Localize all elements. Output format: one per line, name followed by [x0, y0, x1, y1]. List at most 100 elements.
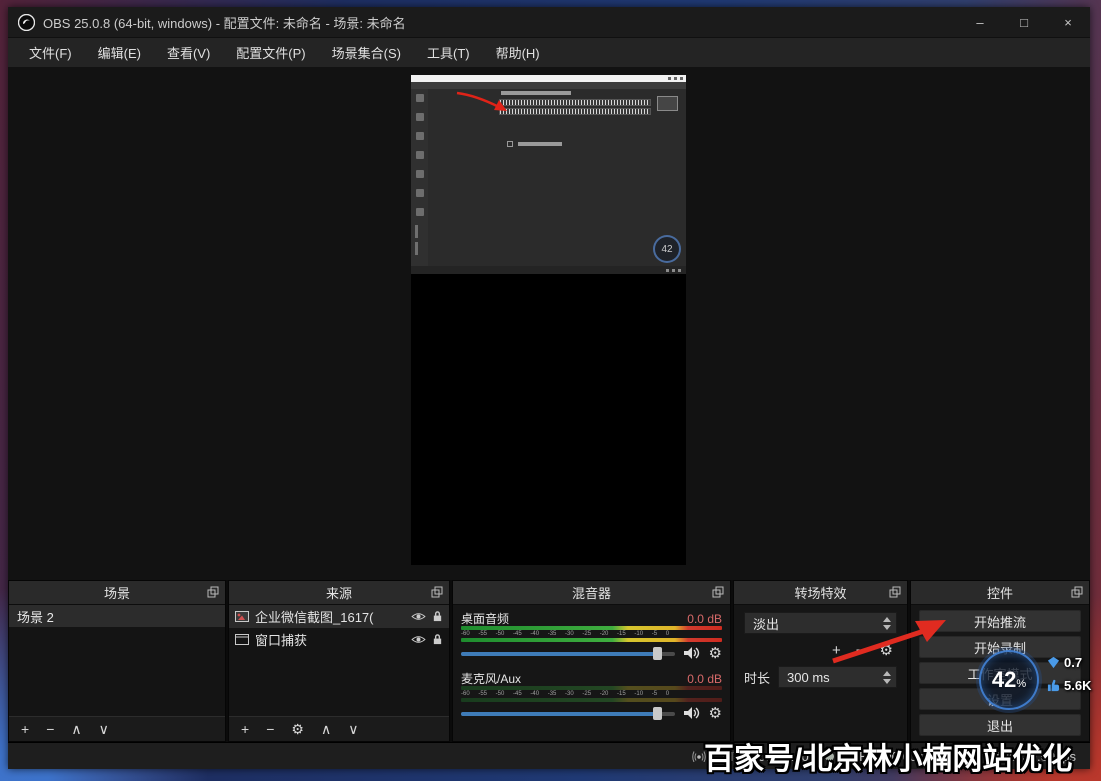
scene-up-button[interactable]: ∧	[71, 722, 81, 736]
scene-item[interactable]: 场景 2	[9, 605, 225, 627]
menu-file[interactable]: 文件(F)	[16, 38, 85, 67]
mixer-channel-mic-aux: 麦克风/Aux 0.0 dB -60 -55 -50 -45 -40 -35 -…	[461, 671, 722, 724]
captured-screenshot-source: 42	[411, 75, 686, 274]
volume-slider[interactable]	[461, 706, 675, 721]
image-source-icon	[235, 611, 249, 622]
mini-capture-titlebar	[411, 75, 686, 82]
duration-value: 300 ms	[787, 670, 830, 685]
popout-icon[interactable]	[1071, 586, 1083, 598]
source-label: 窗口捕获	[255, 630, 405, 649]
start-streaming-button[interactable]: 开始推流	[919, 610, 1081, 632]
transitions-header: 转场特效	[734, 581, 907, 605]
scene-preview[interactable]: 42	[411, 75, 686, 565]
mini-apply-button	[657, 96, 678, 111]
transition-selected-value: 淡出	[753, 614, 779, 633]
transition-properties-button[interactable]: ⚙	[880, 643, 893, 658]
scenes-toolbar: + − ∧ ∨	[9, 716, 225, 741]
add-scene-button[interactable]: +	[21, 722, 29, 736]
gem-icon	[1047, 656, 1060, 669]
panel-transitions: 转场特效 淡出 + − ⚙ 时长 300 ms	[733, 580, 908, 742]
popout-icon[interactable]	[431, 586, 443, 598]
duration-label: 时长	[744, 668, 770, 687]
channel-name: 麦克风/Aux	[461, 670, 521, 687]
duration-spinbox[interactable]: 300 ms	[778, 666, 897, 688]
mini-capture-toolbar	[411, 89, 428, 266]
source-row-window-capture[interactable]: 窗口捕获	[229, 628, 449, 651]
source-properties-button[interactable]: ⚙	[291, 722, 304, 736]
source-down-button[interactable]: ∨	[348, 722, 358, 736]
mini-meter-strip-2	[499, 108, 651, 115]
mini-percent-value: 42	[661, 244, 672, 255]
canvas-black-area	[411, 274, 686, 565]
sources-toolbar: + − ⚙ ∧ ∨	[229, 716, 449, 741]
close-button[interactable]: ×	[1046, 7, 1090, 37]
channel-db-value: 0.0 dB	[687, 672, 722, 686]
slider-handle[interactable]	[653, 707, 662, 720]
volume-meter	[461, 698, 722, 702]
volume-meter	[461, 686, 722, 690]
source-label: 企业微信截图_1617(	[255, 607, 405, 626]
eye-icon[interactable]	[411, 611, 426, 622]
eye-icon[interactable]	[411, 634, 426, 645]
percent-value: 42	[992, 667, 1016, 693]
spin-arrows-icon[interactable]	[883, 671, 891, 684]
lock-icon[interactable]	[432, 610, 443, 623]
transition-tools: + − ⚙	[744, 641, 897, 659]
transitions-body: 淡出 + − ⚙ 时长 300 ms	[734, 605, 907, 741]
lock-icon[interactable]	[432, 633, 443, 646]
transition-select[interactable]: 淡出	[744, 612, 897, 634]
menu-view[interactable]: 查看(V)	[154, 38, 223, 67]
slider-handle[interactable]	[653, 647, 662, 660]
speaker-icon[interactable]	[683, 706, 701, 720]
watermark-text: 百家号/北京林小楠网站优化	[704, 734, 1072, 778]
menu-profile[interactable]: 配置文件(P)	[223, 38, 318, 67]
popout-icon[interactable]	[207, 586, 219, 598]
channel-name: 桌面音频	[461, 610, 509, 627]
menu-tools[interactable]: 工具(T)	[414, 38, 483, 67]
menu-edit[interactable]: 编辑(E)	[85, 38, 154, 67]
remove-transition-button[interactable]: −	[856, 643, 865, 658]
menu-bar: 文件(F) 编辑(E) 查看(V) 配置文件(P) 场景集合(S) 工具(T) …	[8, 37, 1090, 67]
thumbs-up-icon	[1047, 679, 1060, 692]
remove-scene-button[interactable]: −	[46, 722, 54, 736]
stat-views-value: 0.7	[1064, 655, 1082, 670]
popout-icon[interactable]	[889, 586, 901, 598]
volume-slider[interactable]	[461, 646, 675, 661]
preview-canvas-area: 42	[8, 67, 1090, 580]
combo-arrows-icon[interactable]	[883, 617, 891, 630]
menu-help[interactable]: 帮助(H)	[483, 38, 553, 67]
stat-overlay: 0.7 5.6K	[1047, 655, 1091, 693]
minimize-button[interactable]: –	[958, 7, 1002, 37]
sources-title: 来源	[326, 583, 352, 602]
menu-scene-collection[interactable]: 场景集合(S)	[319, 38, 414, 67]
transitions-title: 转场特效	[794, 583, 846, 602]
meter-scale: -60 -55 -50 -45 -40 -35 -30 -25 -20 -15 …	[461, 690, 722, 698]
controls-header: 控件	[911, 581, 1089, 605]
add-source-button[interactable]: +	[241, 722, 249, 736]
scene-down-button[interactable]: ∨	[99, 722, 109, 736]
mini-checkbox	[507, 141, 513, 147]
sources-list: 企业微信截图_1617( 窗口捕获	[229, 605, 449, 716]
remove-source-button[interactable]: −	[266, 722, 274, 736]
add-transition-button[interactable]: +	[832, 643, 841, 658]
stat-views: 0.7	[1047, 655, 1091, 670]
window-capture-icon	[235, 634, 249, 645]
gear-icon[interactable]: ⚙	[709, 646, 722, 661]
gear-icon[interactable]: ⚙	[709, 706, 722, 721]
mixer-channel-desktop-audio: 桌面音频 0.0 dB -60 -55 -50 -45 -40 -35 -30 …	[461, 611, 722, 664]
meter-scale: -60 -55 -50 -45 -40 -35 -30 -25 -20 -15 …	[461, 630, 722, 638]
dock-area: 场景 场景 2 + − ∧ ∨ 来源	[8, 580, 1090, 742]
mixer-title: 混音器	[572, 583, 611, 602]
mini-checkbox-label	[518, 142, 562, 146]
mixer-body: 桌面音频 0.0 dB -60 -55 -50 -45 -40 -35 -30 …	[453, 605, 730, 741]
popout-icon[interactable]	[712, 586, 724, 598]
panel-mixer: 混音器 桌面音频 0.0 dB -60 -55 -50 -45 -40 -35 …	[452, 580, 731, 742]
source-row-image[interactable]: 企业微信截图_1617(	[229, 605, 449, 628]
source-up-button[interactable]: ∧	[321, 722, 331, 736]
maximize-button[interactable]: □	[1002, 7, 1046, 37]
window-title: OBS 25.0.8 (64-bit, windows) - 配置文件: 未命名…	[43, 13, 958, 32]
exit-button[interactable]: 退出	[919, 714, 1081, 736]
controls-title: 控件	[987, 583, 1013, 602]
panel-scenes: 场景 场景 2 + − ∧ ∨	[8, 580, 226, 742]
speaker-icon[interactable]	[683, 646, 701, 660]
